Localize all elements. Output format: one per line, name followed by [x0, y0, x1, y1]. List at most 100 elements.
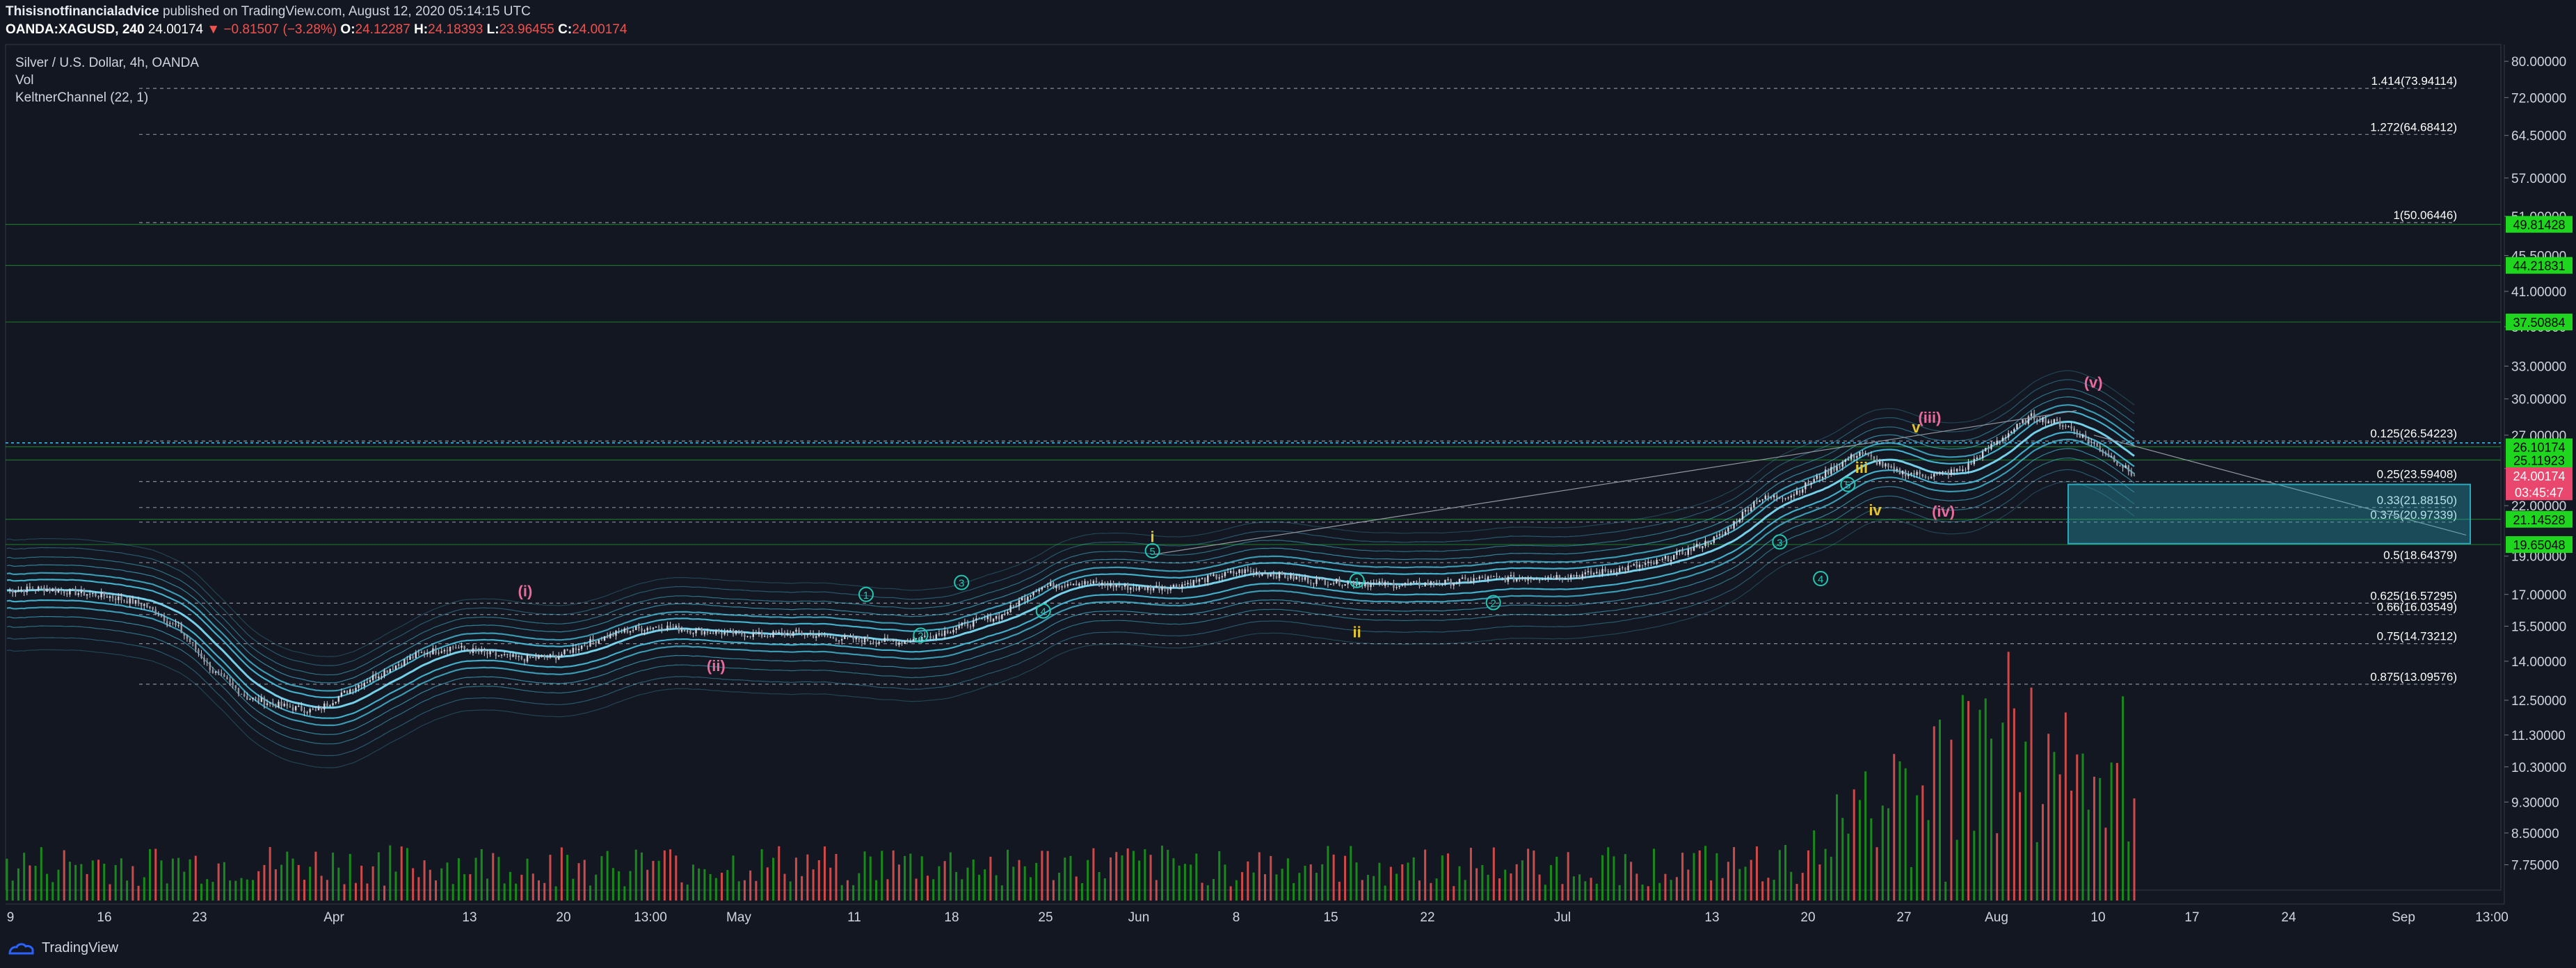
volume-bar: [1761, 881, 1764, 901]
volume-bar: [360, 865, 363, 901]
volume-bar: [1161, 846, 1164, 901]
candle-body: [664, 629, 666, 631]
volume-bar: [1270, 855, 1272, 901]
candle-body: [2007, 433, 2010, 438]
candle-body: [266, 703, 269, 705]
volume-bar: [932, 879, 935, 901]
candle-body: [1870, 455, 1873, 457]
volume-bar: [846, 880, 849, 901]
candle-body: [626, 628, 629, 633]
volume-bar: [1412, 857, 1415, 901]
volume-bar: [154, 848, 157, 901]
candle-body: [1862, 452, 1864, 455]
candle-body: [469, 650, 472, 653]
candle-body: [46, 589, 48, 592]
candle-body: [1075, 583, 1078, 586]
volume-bar: [314, 851, 317, 901]
candle-body: [1790, 495, 1792, 498]
candle-body: [838, 640, 840, 642]
candle-body: [1441, 583, 1443, 585]
volume-bar: [1870, 818, 1873, 901]
volume-bar: [618, 871, 621, 901]
candle-body: [1467, 579, 1469, 583]
candle-body: [109, 596, 111, 598]
candle-body: [1782, 497, 1784, 499]
axis-price-tag-text: 25.11923: [2513, 454, 2565, 468]
candle-body: [1547, 576, 1549, 579]
volume-bar: [657, 860, 660, 901]
candle-body: [738, 630, 740, 632]
volume-bar: [29, 865, 31, 901]
candle-body: [538, 656, 540, 659]
candle-body: [998, 615, 1000, 620]
candle-body: [1004, 613, 1006, 615]
candle-body: [1836, 466, 1838, 471]
volume-bar: [772, 857, 775, 901]
volume-bar: [1715, 853, 1718, 901]
candle-body: [1515, 579, 1518, 581]
volume-bar: [1018, 860, 1021, 901]
candle-body: [552, 654, 554, 655]
candle-body: [558, 656, 560, 660]
volume-bar: [194, 855, 197, 901]
volume-bar: [400, 846, 403, 901]
volume-bar: [286, 851, 289, 901]
wave-label: (iv): [1932, 503, 1955, 520]
volume-bar: [1521, 860, 1523, 901]
candle-body: [1610, 570, 1613, 573]
candle-body: [2019, 423, 2021, 424]
price-chart[interactable]: 80.0000072.0000064.5000057.0000051.00000…: [0, 0, 2576, 968]
candle-body: [809, 634, 812, 635]
wave-count-label: 5: [1845, 480, 1850, 492]
fib-level-label: 0.125(26.54223): [2370, 427, 2457, 440]
candle-body: [363, 682, 365, 686]
candle-body: [440, 651, 442, 653]
volume-bar: [57, 869, 60, 901]
candle-body: [992, 618, 995, 622]
volume-bar: [337, 867, 340, 901]
candle-body: [1795, 490, 1798, 495]
volume-bar: [835, 853, 838, 901]
volume-bar: [2001, 723, 2004, 901]
candle-body: [449, 646, 451, 652]
candle-body: [1110, 583, 1112, 587]
candle-body: [1936, 472, 1938, 474]
volume-bar: [1435, 878, 1438, 901]
volume-bar: [51, 882, 54, 901]
candle-body: [423, 652, 426, 654]
volume-bar: [2070, 790, 2073, 901]
candle-body: [415, 652, 417, 659]
volume-bar: [2133, 798, 2136, 901]
candle-body: [172, 622, 174, 624]
candle-body: [143, 604, 145, 606]
candle-body: [775, 631, 777, 634]
candle-body: [1736, 521, 1738, 522]
wave-count-label: 4: [1041, 606, 1046, 618]
candle-body: [695, 629, 697, 634]
candle-body: [1261, 573, 1263, 576]
volume-bar: [1784, 845, 1787, 901]
candle-body: [152, 606, 154, 610]
volume-bar: [875, 880, 878, 901]
volume-bar: [515, 883, 518, 901]
y-tick-label: 64.50000: [2511, 129, 2566, 144]
candle-body: [477, 650, 480, 652]
candle-body: [898, 642, 900, 645]
candle-body: [1178, 587, 1181, 589]
candle-body: [1738, 519, 1741, 522]
candle-body: [1149, 586, 1152, 591]
candle-body: [801, 632, 803, 635]
volume-bar: [726, 870, 729, 901]
volume-bar: [1075, 876, 1078, 901]
candle-body: [1707, 540, 1709, 544]
candle-body: [1679, 550, 1681, 552]
tradingview-branding[interactable]: TradingView: [7, 940, 118, 956]
volume-bar: [423, 860, 426, 901]
volume-bar: [171, 858, 174, 901]
candle-body: [234, 685, 237, 688]
candle-body: [320, 707, 323, 710]
volume-bar: [1550, 864, 1553, 901]
candle-body: [1306, 577, 1309, 583]
candle-body: [1287, 578, 1289, 579]
volume-bar: [1469, 848, 1472, 901]
